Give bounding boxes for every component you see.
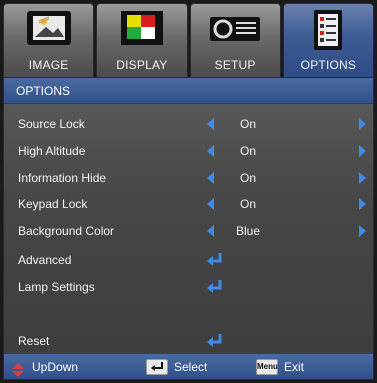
menu-row-value: On (239, 197, 256, 211)
enter-icon[interactable] (206, 252, 224, 276)
menu-row-label: Keypad Lock (18, 197, 88, 211)
select-hint: Select (174, 360, 208, 374)
right-arrow-icon[interactable] (359, 198, 366, 210)
tab-options[interactable]: OPTIONS (282, 3, 374, 77)
menu-tabs: IMAGE DISPLAY SETUP OPTIONS (3, 3, 374, 77)
exit-hint: Exit (284, 360, 305, 374)
up-down-arrows-icon (11, 360, 25, 383)
image-icon (24, 8, 74, 53)
menu-row-background-color[interactable]: Background Color Blue (4, 219, 373, 243)
right-arrow-icon[interactable] (359, 172, 366, 184)
menu-row-keypad-lock[interactable]: Keypad Lock On (4, 192, 373, 216)
menu-row-advanced[interactable]: Advanced (4, 248, 373, 272)
menu-row-label: Background Color (18, 224, 115, 238)
menu-row-label: Advanced (18, 253, 72, 267)
menu-row-value: On (239, 144, 256, 158)
menu-row-label: Lamp Settings (18, 280, 95, 294)
menu-row-information-hide[interactable]: Information Hide On (4, 166, 373, 190)
menu-row-label: High Altitude (18, 144, 86, 158)
options-icon (308, 8, 348, 57)
menu-row-value: On (239, 117, 256, 131)
menu-row-value: Blue (235, 224, 261, 238)
menu-row-high-altitude[interactable]: High Altitude On (4, 139, 373, 163)
menu-row-reset[interactable]: Reset (4, 329, 373, 353)
options-panel: OPTIONS Source Lock On High Altitude On … (3, 77, 374, 380)
panel-title: OPTIONS (4, 78, 373, 104)
updown-hint: UpDown (32, 360, 79, 374)
tab-label: IMAGE (28, 58, 69, 72)
enter-icon[interactable] (206, 279, 224, 303)
control-hint-bar: UpDown Select Menu Exit (4, 353, 373, 379)
enter-key-icon (146, 359, 168, 375)
tab-display[interactable]: DISPLAY (96, 3, 188, 77)
menu-row-lamp-settings[interactable]: Lamp Settings (4, 275, 373, 299)
menu-key-icon: Menu (256, 359, 278, 375)
tab-image[interactable]: IMAGE (3, 3, 95, 77)
tab-label: SETUP (214, 58, 256, 72)
menu-row-value: On (239, 171, 256, 185)
tab-label: DISPLAY (116, 58, 168, 72)
tab-setup[interactable]: SETUP (189, 3, 281, 77)
setup-icon (205, 8, 265, 53)
menu-row-label: Information Hide (18, 171, 107, 185)
menu-row-label: Reset (18, 334, 50, 348)
menu-row-label: Source Lock (18, 117, 85, 131)
tab-label: OPTIONS (300, 58, 357, 72)
right-arrow-icon[interactable] (359, 145, 366, 157)
menu-row-source-lock[interactable]: Source Lock On (4, 112, 373, 136)
right-arrow-icon[interactable] (359, 118, 366, 130)
right-arrow-icon[interactable] (359, 225, 366, 237)
display-icon (117, 8, 167, 53)
